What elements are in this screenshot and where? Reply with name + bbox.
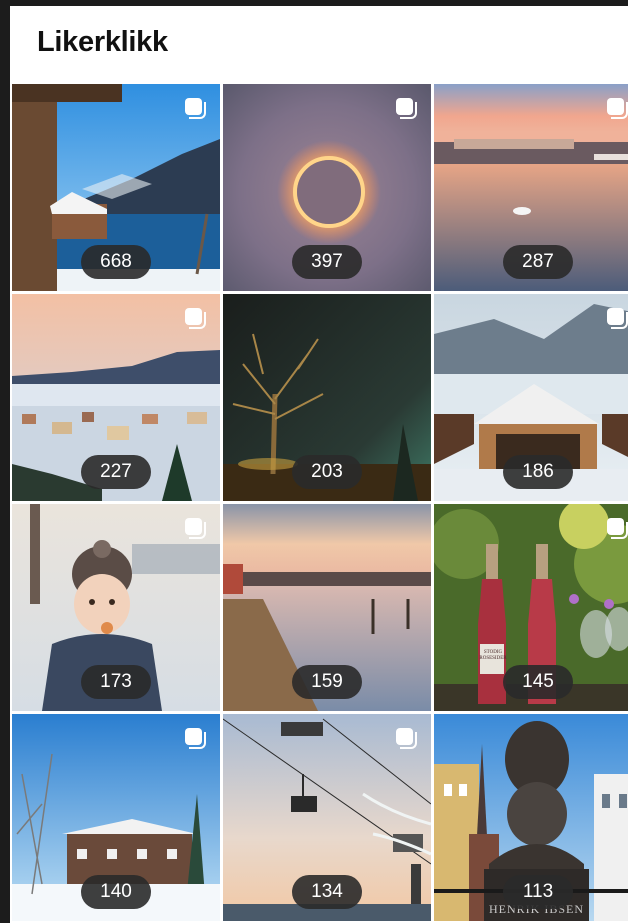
multiple-images-icon [185,98,207,120]
photo-tile-ski-lift[interactable]: 134 [223,714,431,921]
photo-tile-snowy-hotel[interactable]: 140 [12,714,220,921]
multiple-images-icon [396,98,418,120]
like-count-badge: 287 [503,245,573,279]
multiple-images-icon [607,98,628,120]
likerklikk-panel: Likerklikk 668 397 287 227 203 186 173 1… [10,6,628,923]
like-count-badge: 113 [503,875,573,909]
photo-tile-dock-reflection[interactable]: 159 [223,504,431,711]
like-count-badge: 227 [81,455,151,489]
like-count-badge: 173 [81,665,151,699]
like-count-badge: 668 [81,245,151,279]
like-count-badge: 145 [503,665,573,699]
multiple-images-icon [185,728,207,750]
like-count-badge: 134 [292,875,362,909]
like-count-badge: 140 [81,875,151,909]
photo-tile-snowy-town[interactable]: 227 [12,294,220,501]
like-count-badge: 203 [292,455,362,489]
multiple-images-icon [185,518,207,540]
photo-tile-cabin-fjord[interactable]: 668 [12,84,220,291]
photo-tile-harbor-sunset[interactable]: 287 [434,84,628,291]
bottle-label-text: STODIG ROSESIDER [479,650,507,661]
like-count-badge: 186 [503,455,573,489]
photo-tile-covered-bridge[interactable]: 186 [434,294,628,501]
multiple-images-icon [185,308,207,330]
photo-tile-ibsen-bust[interactable]: HENRIK IBSEN 113 [434,714,628,921]
multiple-images-icon [607,518,628,540]
multiple-images-icon [607,308,628,330]
photo-tile-child-snow[interactable]: 173 [12,504,220,711]
photo-tile-night-tree[interactable]: 203 [223,294,431,501]
photo-tile-eclipse[interactable]: 397 [223,84,431,291]
page-title: Likerklikk [37,26,168,58]
like-count-badge: 397 [292,245,362,279]
multiple-images-icon [396,728,418,750]
photo-tile-rose-cider[interactable]: STODIG ROSESIDER 145 [434,504,628,711]
like-count-badge: 159 [292,665,362,699]
photo-grid: 668 397 287 227 203 186 173 159 STODIG R… [12,84,628,921]
